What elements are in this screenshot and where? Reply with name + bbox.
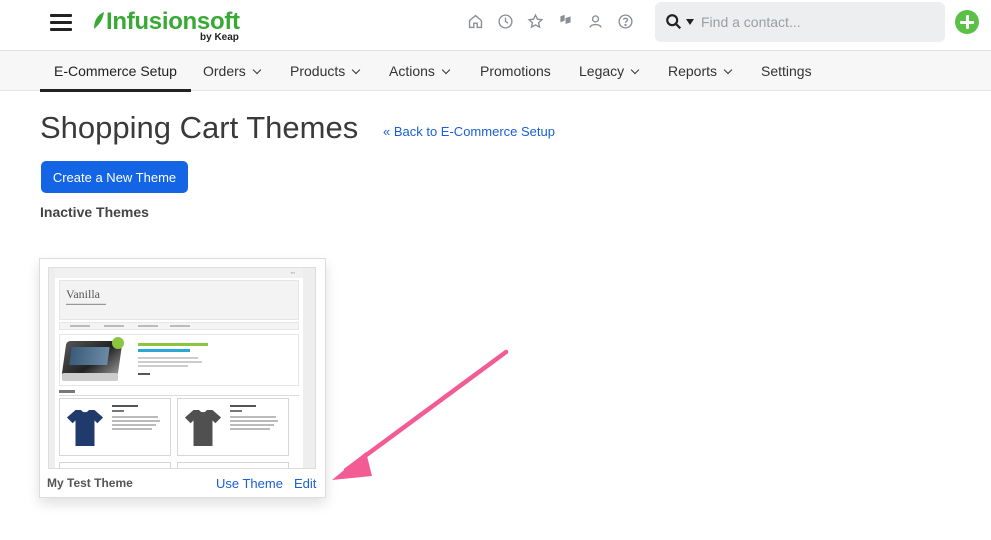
nav-legacy[interactable]: Legacy — [579, 51, 640, 91]
nav-label: Orders — [203, 63, 246, 79]
search-icon[interactable] — [665, 13, 683, 31]
home-icon[interactable] — [466, 12, 484, 30]
nav-label: Promotions — [480, 63, 551, 79]
theme-preview-thumbnail[interactable]: ▪▪▪ Vanilla ▬▬▬▬▬▬▬▬▬▬ — [48, 267, 316, 469]
preview-topbar: ▪▪▪ — [55, 268, 303, 278]
laptop-base-image — [62, 373, 118, 381]
hero-link-line — [138, 373, 150, 375]
nav-settings[interactable]: Settings — [761, 51, 812, 91]
hero-text-line — [138, 365, 188, 367]
annotation-arrow-icon — [332, 349, 509, 480]
main-nav: E-Commerce Setup Orders Products Actions… — [0, 50, 991, 92]
hero-subheadline — [138, 349, 190, 352]
contact-search — [655, 2, 945, 42]
nav-actions[interactable]: Actions — [389, 51, 451, 91]
menu-icon[interactable] — [50, 14, 72, 31]
tshirt-image — [66, 409, 104, 447]
nav-label: Settings — [761, 63, 812, 79]
hero-text-line — [138, 361, 202, 363]
hero-text-line — [138, 357, 198, 359]
back-to-ecommerce-link[interactable]: « Back to E-Commerce Setup — [383, 124, 555, 139]
chevron-down-icon — [441, 65, 451, 75]
top-header: Infusionsoft by Keap — [0, 0, 991, 50]
nav-ecommerce-setup[interactable]: E-Commerce Setup — [40, 51, 191, 92]
nav-orders[interactable]: Orders — [203, 51, 262, 91]
preview-menu — [59, 322, 299, 330]
nav-label: Legacy — [579, 63, 625, 79]
preview-topbar-link: ▪▪▪ — [290, 270, 295, 275]
nav-label: Products — [290, 63, 346, 79]
add-button[interactable] — [955, 10, 979, 34]
flag-icon[interactable] — [556, 12, 574, 30]
hero-headline — [138, 343, 208, 346]
preview-title: Vanilla — [66, 287, 100, 301]
nav-label: Actions — [389, 63, 435, 79]
theme-card: ▪▪▪ Vanilla ▬▬▬▬▬▬▬▬▬▬ My Test Theme Use… — [39, 258, 326, 498]
chevron-down-icon — [352, 65, 361, 75]
preview-tagline: ▬▬▬▬▬▬▬▬▬▬ — [66, 301, 106, 306]
theme-preview-page: ▪▪▪ Vanilla ▬▬▬▬▬▬▬▬▬▬ — [55, 268, 303, 468]
sale-badge-icon — [112, 337, 124, 349]
header-icon-group — [466, 12, 634, 32]
clock-icon[interactable] — [496, 12, 514, 30]
search-dropdown-caret-icon[interactable] — [686, 19, 694, 25]
preview-product — [59, 398, 171, 456]
use-theme-link[interactable]: Use Theme — [216, 476, 283, 491]
preview-hero — [59, 334, 299, 386]
create-theme-button[interactable]: Create a New Theme — [41, 161, 188, 193]
theme-name: My Test Theme — [47, 476, 133, 490]
leaf-logo-icon — [94, 12, 104, 29]
nav-promotions[interactable]: Promotions — [480, 51, 551, 91]
nav-reports[interactable]: Reports — [668, 51, 733, 91]
section-title: Inactive Themes — [40, 204, 149, 220]
search-input[interactable] — [701, 10, 931, 34]
help-icon[interactable] — [616, 12, 634, 30]
preview-product — [177, 398, 289, 456]
preview-product — [59, 462, 171, 468]
edit-theme-link[interactable]: Edit — [294, 476, 316, 491]
page-title: Shopping Cart Themes — [40, 110, 359, 145]
nav-products[interactable]: Products — [290, 51, 361, 91]
theme-card-footer: My Test Theme Use Theme Edit — [40, 471, 325, 497]
tshirt-image — [184, 409, 222, 447]
chevron-down-icon — [630, 65, 640, 75]
chevron-down-icon — [723, 65, 733, 75]
logo-subtext: by Keap — [200, 32, 239, 43]
user-icon[interactable] — [586, 12, 604, 30]
star-icon[interactable] — [526, 12, 544, 30]
preview-products-heading — [59, 390, 299, 396]
preview-banner: Vanilla ▬▬▬▬▬▬▬▬▬▬ — [59, 280, 299, 320]
nav-label: Reports — [668, 63, 718, 79]
preview-product — [177, 462, 289, 468]
chevron-down-icon — [252, 65, 262, 75]
nav-label: E-Commerce Setup — [54, 63, 177, 79]
